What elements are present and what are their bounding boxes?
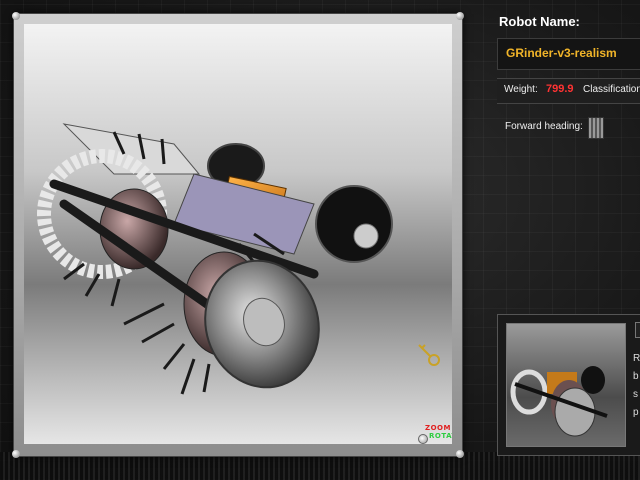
stats-bar: Weight: 799.9 Classification bbox=[497, 78, 640, 104]
weight-label: Weight: bbox=[504, 84, 538, 95]
robot-thumbnail-image bbox=[510, 366, 608, 437]
frame-bolt bbox=[12, 12, 20, 20]
key-icon[interactable] bbox=[416, 342, 442, 368]
preview-line: R bbox=[633, 353, 640, 364]
chassis bbox=[173, 173, 315, 255]
robot-name-value: GRinder-v3-realism bbox=[506, 46, 617, 60]
frame-bolt bbox=[456, 450, 464, 458]
robot-3d-viewport[interactable]: ZOOM ROTATE bbox=[24, 24, 452, 444]
rotate-label[interactable]: ROTATE bbox=[429, 432, 452, 440]
preview-line: s bbox=[633, 389, 638, 400]
model-viewport-frame: ZOOM ROTATE bbox=[12, 12, 464, 458]
robot-name-field[interactable]: GRinder-v3-realism bbox=[497, 38, 640, 70]
weight-value: 799.9 bbox=[546, 83, 574, 95]
frame-bolt bbox=[456, 12, 464, 20]
zoom-rotate-control[interactable]: ZOOM ROTATE bbox=[418, 424, 452, 444]
classification-label: Classification bbox=[583, 84, 640, 95]
preview-line: p bbox=[633, 407, 639, 418]
heading-dial-icon[interactable] bbox=[588, 117, 604, 139]
right-wheel bbox=[315, 185, 393, 263]
robot-thumbnail[interactable] bbox=[506, 323, 626, 447]
bottom-stripes bbox=[0, 452, 640, 480]
robot-name-label: Robot Name: bbox=[499, 14, 580, 29]
preview-tab[interactable] bbox=[635, 322, 640, 338]
robot-model[interactable] bbox=[24, 24, 452, 444]
preview-line: b bbox=[633, 371, 639, 382]
zoom-label[interactable]: ZOOM bbox=[425, 424, 451, 432]
zoom-rotate-knob-icon[interactable] bbox=[418, 434, 428, 444]
frame-bolt bbox=[12, 450, 20, 458]
robot-preview-card: R b s p bbox=[497, 314, 640, 456]
preview-description: R b s p bbox=[633, 350, 640, 422]
forward-heading-label: Forward heading: bbox=[505, 121, 583, 132]
spike-plate bbox=[62, 123, 201, 175]
wheel-hub bbox=[353, 223, 379, 249]
